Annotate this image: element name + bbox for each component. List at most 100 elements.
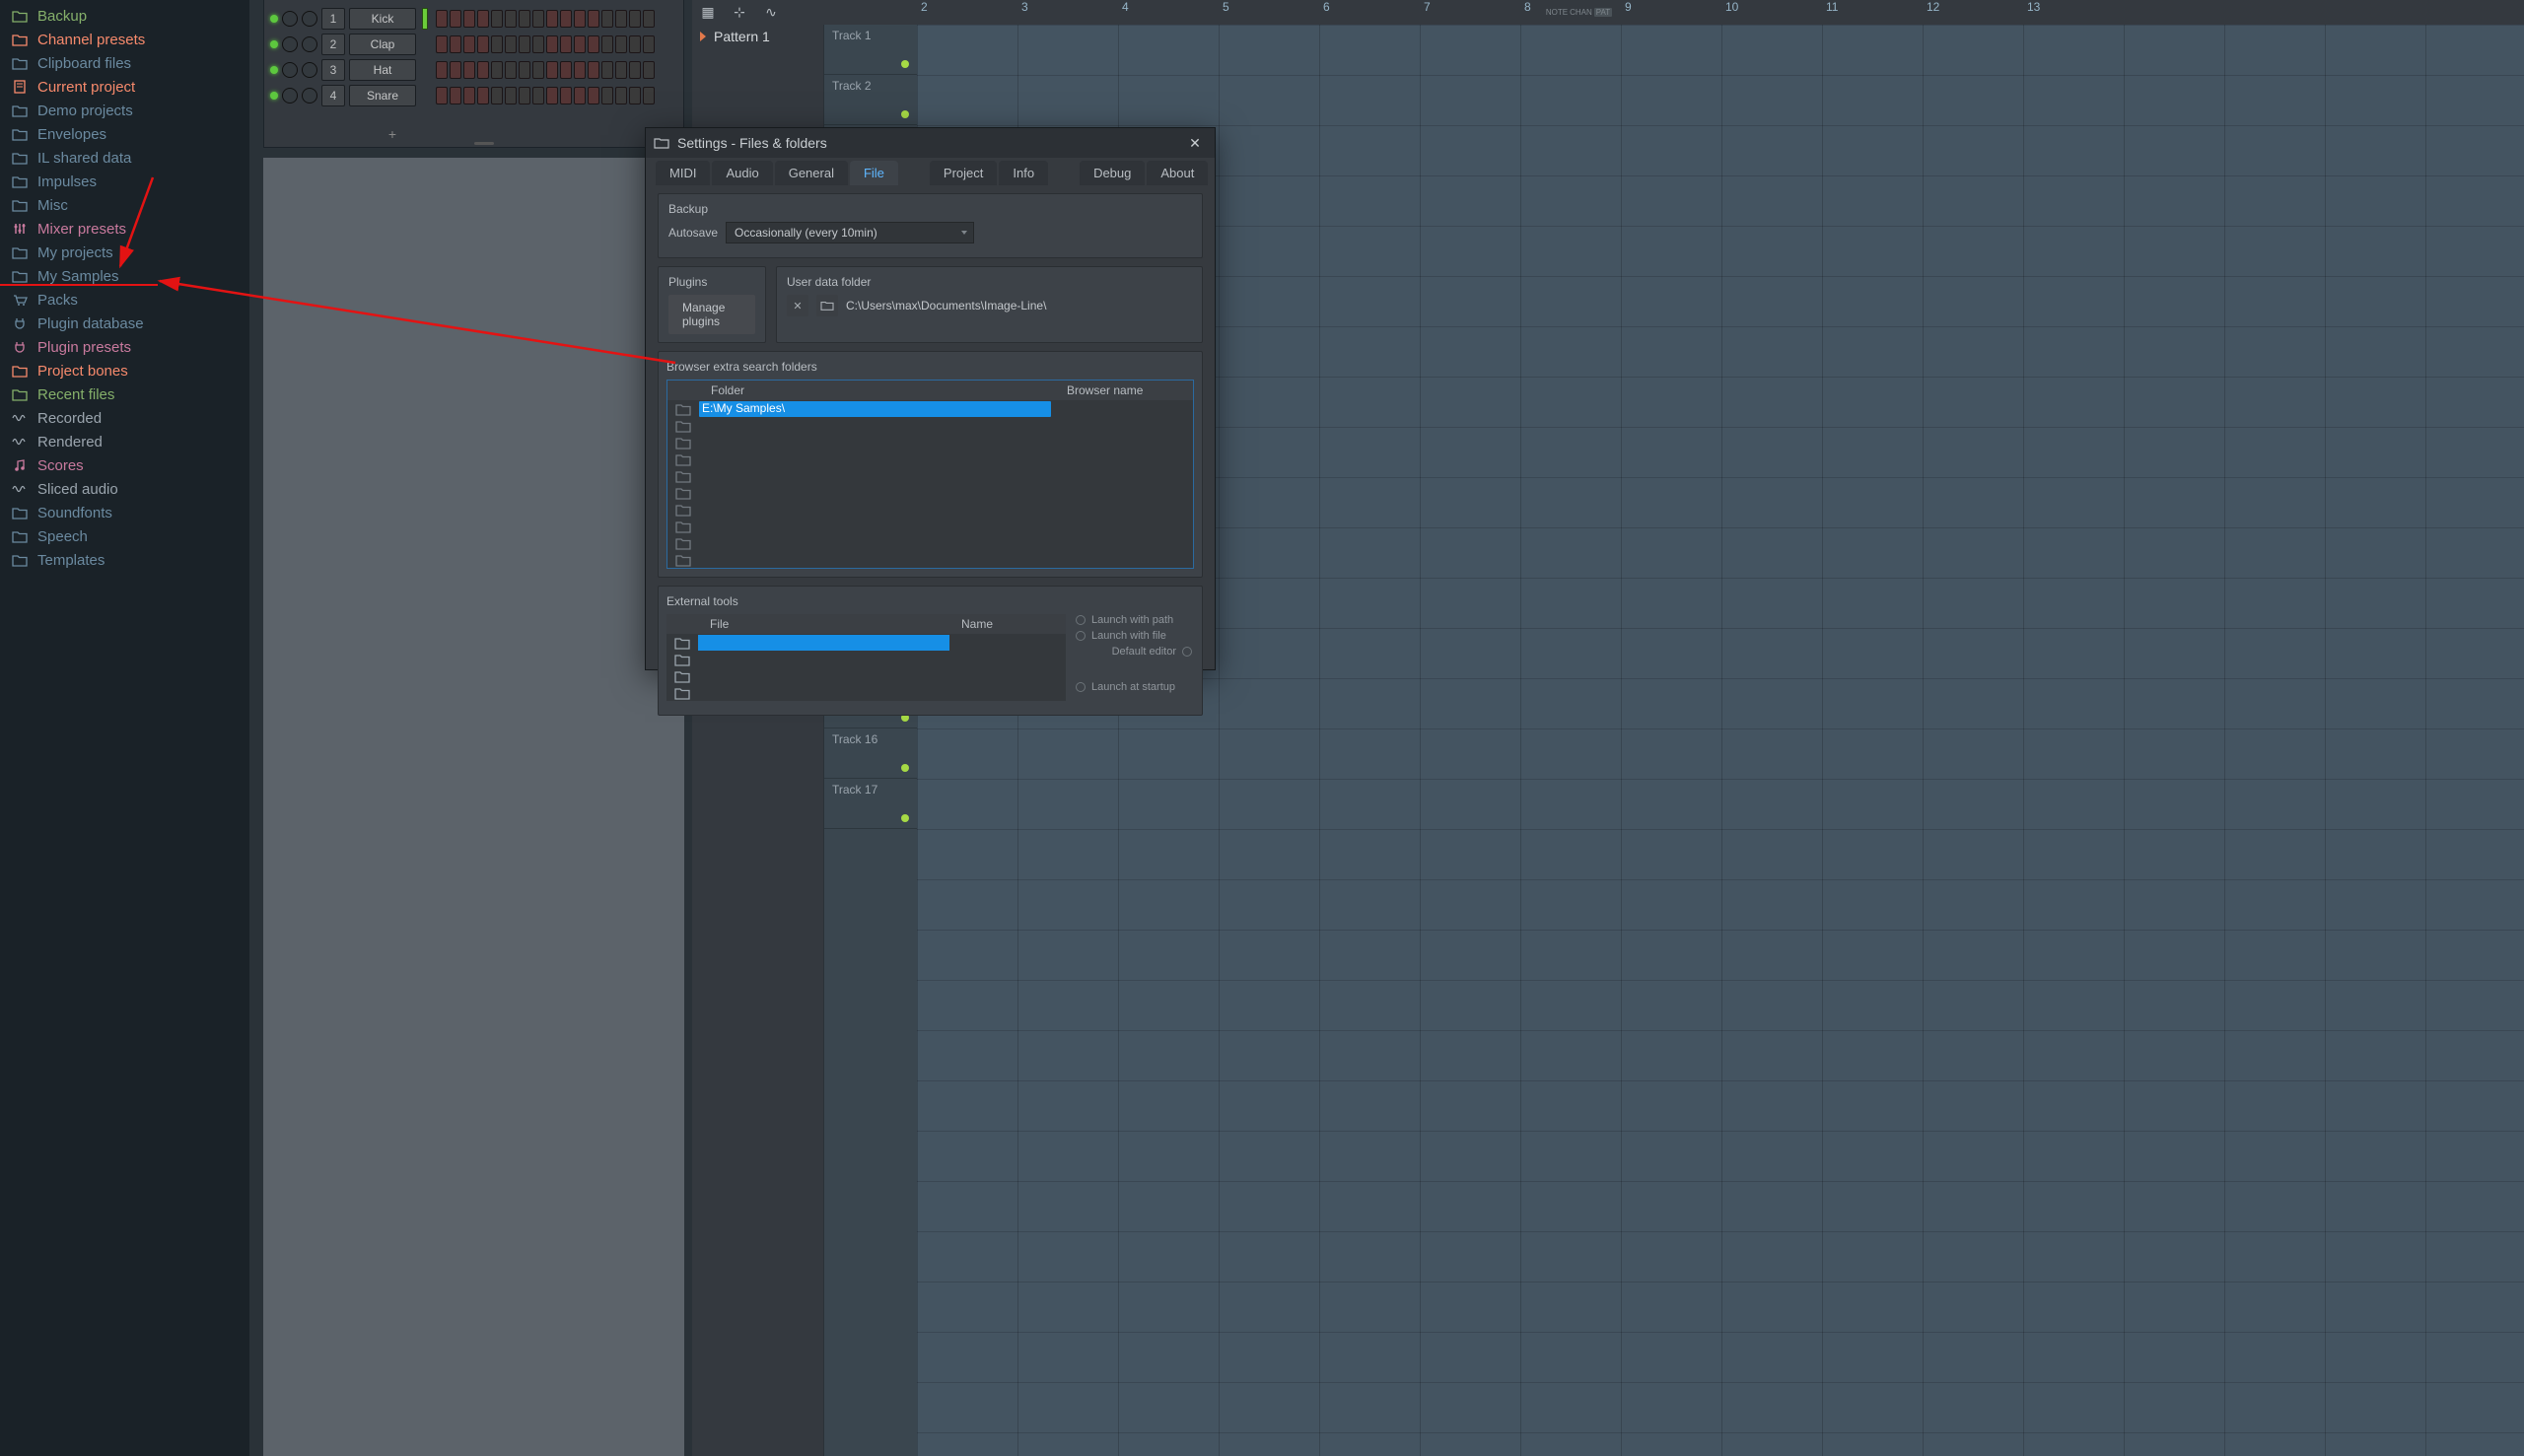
step-button[interactable] bbox=[463, 35, 475, 53]
step-button[interactable] bbox=[588, 10, 599, 28]
step-button[interactable] bbox=[574, 87, 586, 104]
track-header[interactable]: Track 1 bbox=[824, 25, 917, 75]
channel-name-button[interactable]: Clap bbox=[349, 34, 416, 55]
step-button[interactable] bbox=[601, 87, 613, 104]
browser-item-rendered[interactable]: Rendered bbox=[0, 430, 249, 453]
close-button[interactable]: ✕ bbox=[1183, 131, 1207, 155]
velocity-bar[interactable] bbox=[422, 8, 428, 30]
step-button[interactable] bbox=[477, 87, 489, 104]
search-folder-row[interactable] bbox=[667, 451, 1193, 467]
resize-handle[interactable] bbox=[474, 142, 494, 145]
clear-path-button[interactable]: ✕ bbox=[787, 295, 808, 316]
channel-number[interactable]: 4 bbox=[321, 85, 345, 106]
search-folder-row[interactable] bbox=[667, 434, 1193, 451]
step-button[interactable] bbox=[574, 10, 586, 28]
pan-knob[interactable] bbox=[282, 11, 298, 27]
channel-number[interactable]: 1 bbox=[321, 8, 345, 30]
browse-folder-button[interactable] bbox=[816, 295, 838, 316]
step-button[interactable] bbox=[519, 61, 530, 79]
step-button[interactable] bbox=[643, 35, 655, 53]
track-enable-dot[interactable] bbox=[901, 110, 909, 118]
step-button[interactable] bbox=[450, 87, 461, 104]
tab-audio[interactable]: Audio bbox=[712, 161, 772, 185]
step-button[interactable] bbox=[463, 61, 475, 79]
external-tool-row[interactable] bbox=[666, 684, 1066, 701]
step-button[interactable] bbox=[519, 10, 530, 28]
track-enable-dot[interactable] bbox=[901, 764, 909, 772]
dialog-titlebar[interactable]: Settings - Files & folders ✕ bbox=[646, 128, 1215, 158]
browser-item-backup[interactable]: Backup bbox=[0, 4, 249, 28]
browser-item-packs[interactable]: Packs bbox=[0, 288, 249, 312]
step-button[interactable] bbox=[588, 35, 599, 53]
step-button[interactable] bbox=[560, 10, 572, 28]
launch-startup-checkbox[interactable]: Launch at startup bbox=[1076, 681, 1192, 693]
external-tool-row[interactable] bbox=[666, 634, 1066, 651]
search-folder-row[interactable] bbox=[667, 417, 1193, 434]
tab-midi[interactable]: MIDI bbox=[656, 161, 710, 185]
curve-tool-icon[interactable]: ∿ bbox=[755, 0, 787, 25]
browser-item-project-bones[interactable]: Project bones bbox=[0, 359, 249, 382]
track-header[interactable]: Track 17 bbox=[824, 779, 917, 829]
tab-general[interactable]: General bbox=[775, 161, 848, 185]
step-button[interactable] bbox=[532, 87, 544, 104]
step-button[interactable] bbox=[643, 10, 655, 28]
step-button[interactable] bbox=[477, 10, 489, 28]
channel-led[interactable] bbox=[270, 66, 278, 74]
default-editor-info[interactable]: Default editor bbox=[1076, 646, 1192, 658]
step-button[interactable] bbox=[643, 87, 655, 104]
step-button[interactable] bbox=[532, 61, 544, 79]
external-tool-row[interactable] bbox=[666, 667, 1066, 684]
tab-project[interactable]: Project bbox=[930, 161, 997, 185]
browser-item-mixer-presets[interactable]: Mixer presets bbox=[0, 217, 249, 241]
step-button[interactable] bbox=[588, 61, 599, 79]
channel-led[interactable] bbox=[270, 15, 278, 23]
search-folder-row[interactable] bbox=[667, 484, 1193, 501]
step-button[interactable] bbox=[546, 87, 558, 104]
browser-item-envelopes[interactable]: Envelopes bbox=[0, 122, 249, 146]
step-button[interactable] bbox=[629, 35, 641, 53]
browser-item-plugin-presets[interactable]: Plugin presets bbox=[0, 335, 249, 359]
tab-info[interactable]: Info bbox=[999, 161, 1048, 185]
browser-item-clipboard-files[interactable]: Clipboard files bbox=[0, 51, 249, 75]
browser-item-demo-projects[interactable]: Demo projects bbox=[0, 99, 249, 122]
playlist-ruler[interactable]: 2345678910111213 bbox=[917, 0, 2524, 25]
browser-item-il-shared-data[interactable]: IL shared data bbox=[0, 146, 249, 170]
track-header[interactable]: Track 2 bbox=[824, 75, 917, 125]
browser-item-recent-files[interactable]: Recent files bbox=[0, 382, 249, 406]
launch-path-radio[interactable]: Launch with path bbox=[1076, 614, 1192, 626]
step-button[interactable] bbox=[491, 87, 503, 104]
launch-file-radio[interactable]: Launch with file bbox=[1076, 630, 1192, 642]
step-button[interactable] bbox=[601, 61, 613, 79]
step-button[interactable] bbox=[463, 87, 475, 104]
step-button[interactable] bbox=[546, 61, 558, 79]
browser-item-templates[interactable]: Templates bbox=[0, 548, 249, 572]
step-button[interactable] bbox=[505, 10, 517, 28]
step-button[interactable] bbox=[643, 61, 655, 79]
step-button[interactable] bbox=[436, 61, 448, 79]
autosave-dropdown[interactable]: Occasionally (every 10min) bbox=[726, 222, 974, 243]
step-button[interactable] bbox=[574, 35, 586, 53]
pattern-item[interactable]: Pattern 1 bbox=[692, 25, 823, 48]
step-button[interactable] bbox=[574, 61, 586, 79]
step-button[interactable] bbox=[615, 10, 627, 28]
step-button[interactable] bbox=[560, 87, 572, 104]
channel-number[interactable]: 2 bbox=[321, 34, 345, 55]
search-folder-row[interactable] bbox=[667, 518, 1193, 534]
step-button[interactable] bbox=[450, 61, 461, 79]
pan-knob[interactable] bbox=[282, 88, 298, 104]
search-folder-row[interactable] bbox=[667, 501, 1193, 518]
step-button[interactable] bbox=[615, 61, 627, 79]
search-folder-row[interactable] bbox=[667, 551, 1193, 568]
search-folder-row[interactable] bbox=[667, 534, 1193, 551]
search-folder-row[interactable] bbox=[667, 467, 1193, 484]
browser-item-channel-presets[interactable]: Channel presets bbox=[0, 28, 249, 51]
pan-knob[interactable] bbox=[282, 36, 298, 52]
step-button[interactable] bbox=[588, 87, 599, 104]
step-button[interactable] bbox=[505, 35, 517, 53]
browser-item-plugin-database[interactable]: Plugin database bbox=[0, 312, 249, 335]
step-button[interactable] bbox=[491, 61, 503, 79]
vol-knob[interactable] bbox=[302, 11, 317, 27]
step-button[interactable] bbox=[436, 87, 448, 104]
vol-knob[interactable] bbox=[302, 88, 317, 104]
channel-led[interactable] bbox=[270, 40, 278, 48]
